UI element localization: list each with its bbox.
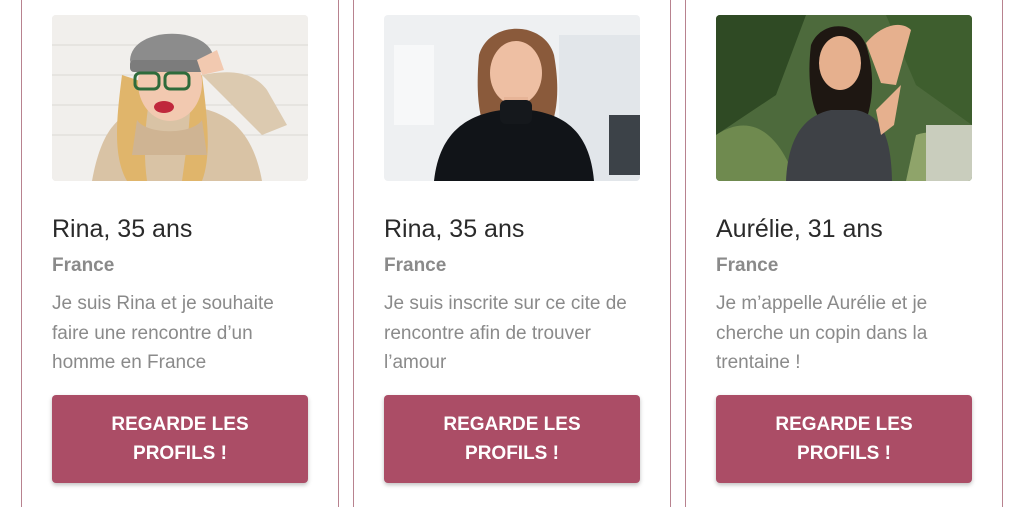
profile-photo[interactable] xyxy=(52,15,308,181)
profile-name-age: Rina, 35 ans xyxy=(384,215,525,243)
profile-name-age: Aurélie, 31 ans xyxy=(716,215,883,243)
card-divider xyxy=(685,0,686,507)
profile-card: Aurélie, 31 ans France Je m’appelle Auré… xyxy=(716,0,972,507)
profile-photo[interactable] xyxy=(716,15,972,181)
woman-beanie-glasses-photo xyxy=(52,15,308,181)
card-divider xyxy=(670,0,671,507)
profile-country: France xyxy=(716,255,779,276)
profile-name-age: Rina, 35 ans xyxy=(52,215,193,243)
view-profiles-button-label: REGARDE LES PROFILS ! xyxy=(443,414,581,464)
profile-card: Rina, 35 ans France Je suis inscrite sur… xyxy=(384,0,640,507)
profile-photo[interactable] xyxy=(384,15,640,181)
view-profiles-button-label: REGARDE LES PROFILS ! xyxy=(111,414,249,464)
profile-country: France xyxy=(52,255,115,276)
profile-description: Je suis Rina et je souhaite faire une re… xyxy=(52,293,274,373)
view-profiles-button-label: REGARDE LES PROFILS ! xyxy=(775,414,913,464)
woman-palm-trees-photo xyxy=(716,15,972,181)
profile-card: Rina, 35 ans France Je suis Rina et je s… xyxy=(52,0,308,507)
view-profiles-button[interactable]: REGARDE LES PROFILS ! xyxy=(384,395,640,483)
profile-description: Je suis inscrite sur ce cite de rencontr… xyxy=(384,293,627,373)
woman-black-turtleneck-photo xyxy=(384,15,640,181)
view-profiles-button[interactable]: REGARDE LES PROFILS ! xyxy=(52,395,308,483)
view-profiles-button[interactable]: REGARDE LES PROFILS ! xyxy=(716,395,972,483)
card-divider xyxy=(21,0,22,507)
card-divider xyxy=(1002,0,1003,507)
card-divider xyxy=(353,0,354,507)
card-divider xyxy=(338,0,339,507)
profile-description: Je m’appelle Aurélie et je cherche un co… xyxy=(716,293,928,373)
profile-country: France xyxy=(384,255,447,276)
